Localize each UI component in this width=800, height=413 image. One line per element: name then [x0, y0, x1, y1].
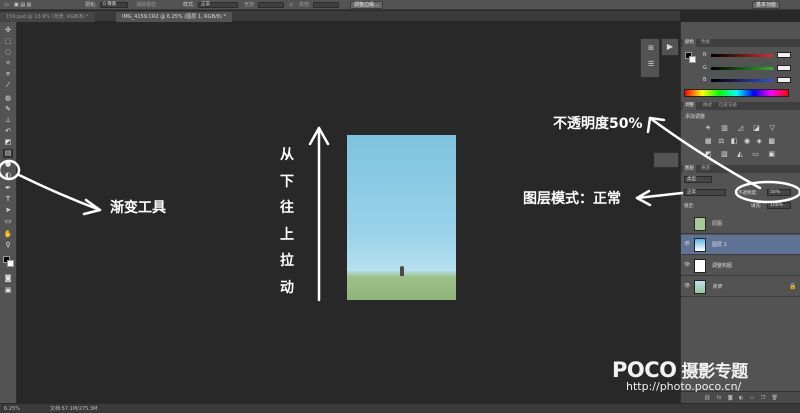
opacity-circle: [734, 180, 800, 204]
annotation-overlay: [0, 116, 800, 302]
gradient-tool-circle: [0, 159, 21, 181]
gradient-tool-arrow: [17, 173, 102, 212]
opacity-arrow: [648, 116, 762, 190]
